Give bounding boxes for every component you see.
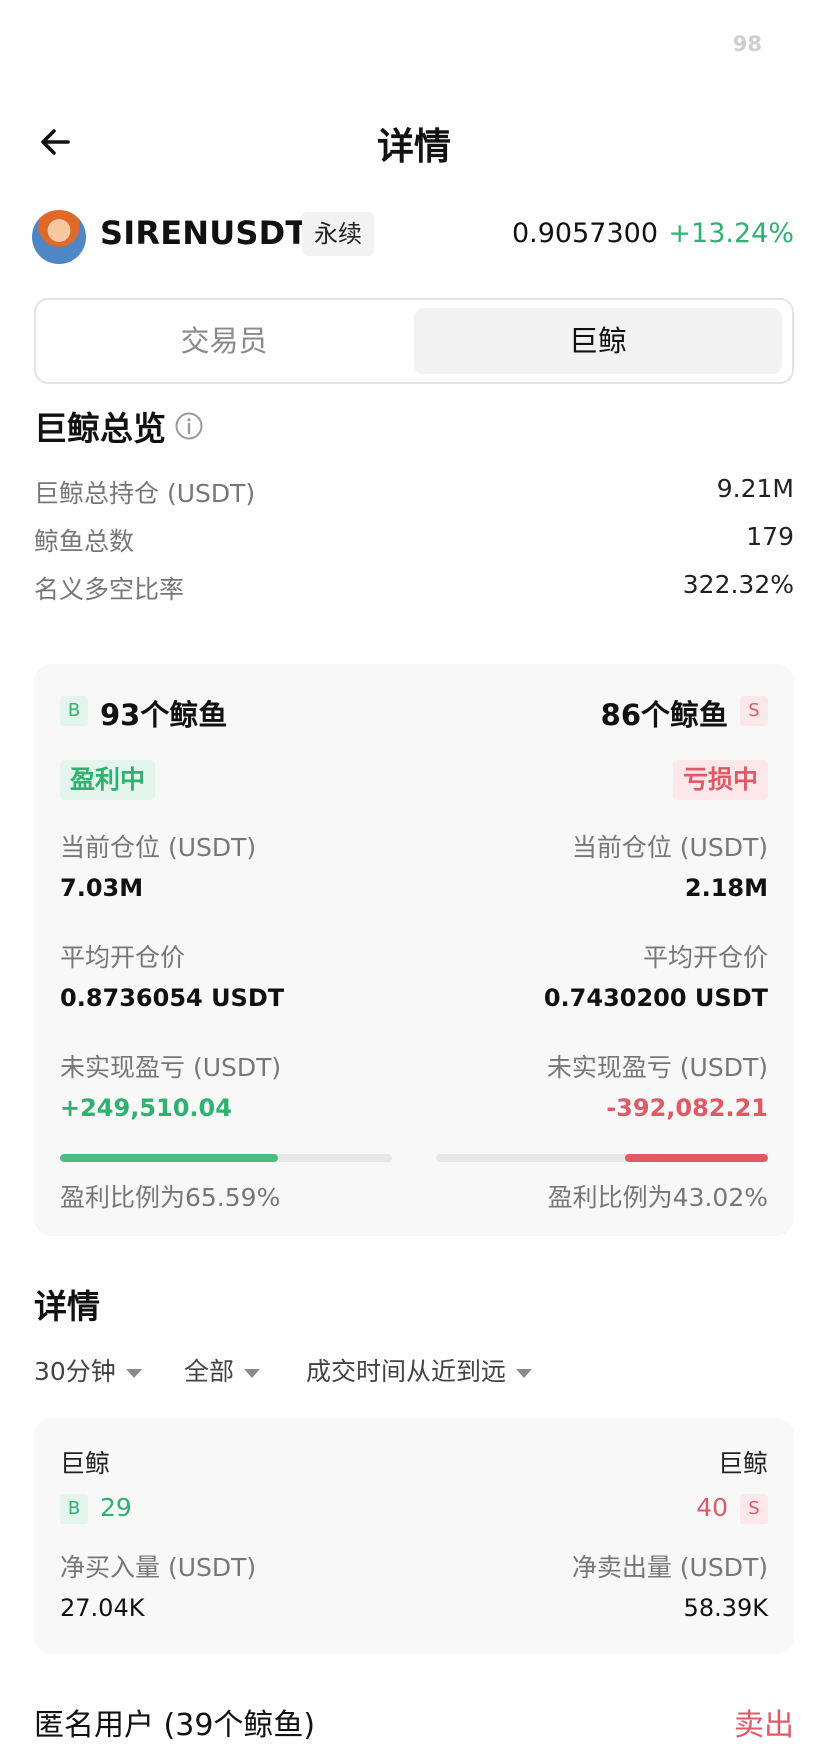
last-price: 0.9057300: [511, 218, 658, 249]
net-sell-label: 净卖出量 (USDT): [571, 1553, 768, 1582]
row-value: 322.32%: [682, 570, 794, 599]
filter-label: 全部: [184, 1357, 235, 1386]
status-number: 98: [732, 32, 762, 56]
net-buy-value: 27.04K: [60, 1594, 145, 1622]
long-avg-price-value: 0.8736054 USDT: [60, 984, 285, 1012]
overview-title: 巨鲸总览: [34, 409, 166, 448]
filter-label: 成交时间从近到远: [306, 1357, 507, 1386]
buy-whale-label: 巨鲸: [60, 1449, 111, 1478]
row-label: 巨鲸总持仓 (USDT): [34, 479, 256, 508]
anon-user-title: 匿名用户 (39个鲸鱼): [34, 1708, 316, 1743]
overview-row-whale-count: 鲸鱼总数 179: [34, 522, 794, 562]
caret-down-icon: [125, 1368, 142, 1378]
row-label: 鲸鱼总数: [34, 527, 135, 556]
filter-label: 30分钟: [34, 1357, 116, 1386]
short-profit-ratio-bar: [436, 1154, 768, 1162]
info-circle-icon[interactable]: [174, 411, 204, 441]
sell-whale-label: 巨鲸: [717, 1449, 768, 1478]
contract-tag: 永续: [302, 212, 374, 256]
long-profit-ratio-text: 盈利比例为65.59%: [60, 1183, 281, 1212]
buy-badge: B: [60, 696, 88, 726]
ticker-row: SIRENUSDT 永续 0.9057300 +13.24%: [32, 208, 794, 266]
long-avg-price-label: 平均开仓价: [60, 943, 186, 972]
details-card: 巨鲸 B 29 净买入量 (USDT) 27.04K 巨鲸 S 40 净卖出量 …: [34, 1418, 794, 1654]
short-whale-count: 86个鲸鱼: [600, 698, 728, 732]
tab-whale[interactable]: 巨鲸: [414, 308, 782, 374]
row-value: 179: [746, 522, 794, 551]
buy-whale-count: 29: [100, 1493, 132, 1522]
sell-badge: S: [740, 696, 768, 726]
long-position-label: 当前仓位 (USDT): [60, 833, 257, 862]
caret-down-icon: [244, 1368, 261, 1378]
short-pnl-label: 未实现盈亏 (USDT): [546, 1053, 768, 1082]
caret-down-icon: [516, 1368, 533, 1378]
long-profit-ratio-fill: [60, 1154, 278, 1162]
filter-timeframe[interactable]: 30分钟: [34, 1352, 142, 1388]
short-position-label: 当前仓位 (USDT): [571, 833, 768, 862]
profit-status-tag: 盈利中: [60, 760, 156, 800]
overview-row-total-position: 巨鲸总持仓 (USDT) 9.21M: [34, 474, 794, 514]
long-short-card: B 93个鲸鱼 盈利中 当前仓位 (USDT) 7.03M 平均开仓价 0.87…: [34, 664, 794, 1236]
net-buy-label: 净买入量 (USDT): [60, 1553, 257, 1582]
price-change: +13.24%: [668, 218, 794, 249]
buy-badge: B: [60, 1494, 88, 1524]
tab-trader[interactable]: 交易员: [44, 308, 404, 374]
segmented-tabs: 交易员 巨鲸: [34, 298, 794, 384]
row-label: 名义多空比率: [34, 575, 185, 604]
filter-side[interactable]: 全部: [184, 1352, 261, 1388]
sell-action-link[interactable]: 卖出: [734, 1700, 794, 1744]
filter-sort[interactable]: 成交时间从近到远: [306, 1352, 533, 1388]
short-avg-price-value: 0.7430200 USDT: [543, 984, 768, 1012]
short-position-value: 2.18M: [684, 874, 768, 902]
long-pnl-label: 未实现盈亏 (USDT): [60, 1053, 282, 1082]
page: 98 详情 SIRENUSDT 永续 0.9057300 +13.24% 交易员…: [0, 0, 828, 1753]
long-whale-count: 93个鲸鱼: [100, 698, 228, 732]
symbol: SIRENUSDT: [100, 214, 308, 252]
net-sell-value: 58.39K: [683, 1594, 768, 1622]
page-title: 详情: [377, 125, 451, 168]
short-avg-price-label: 平均开仓价: [642, 943, 768, 972]
header: 详情: [0, 108, 828, 174]
short-profit-ratio-fill: [625, 1154, 768, 1162]
sell-badge: S: [740, 1494, 768, 1524]
short-profit-ratio-text: 盈利比例为43.02%: [547, 1183, 768, 1212]
overview-row-long-short-ratio: 名义多空比率 322.32%: [34, 570, 794, 610]
details-title: 详情: [34, 1287, 100, 1326]
long-position-value: 7.03M: [60, 874, 144, 902]
loss-status-tag: 亏损中: [672, 760, 768, 800]
short-pnl-value: -392,082.21: [606, 1094, 768, 1122]
row-value: 9.21M: [716, 474, 794, 503]
sell-whale-count: 40: [696, 1493, 728, 1522]
long-pnl-value: +249,510.04: [60, 1094, 232, 1122]
long-profit-ratio-bar: [60, 1154, 392, 1162]
token-avatar: [32, 210, 86, 264]
